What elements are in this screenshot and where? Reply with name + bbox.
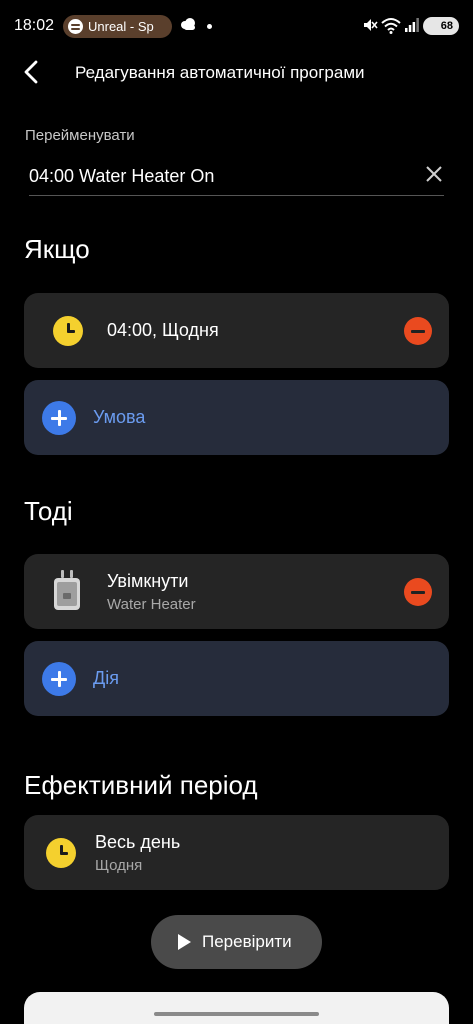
play-icon xyxy=(178,934,191,950)
plus-circle-icon xyxy=(42,662,76,696)
add-condition-label: Умова xyxy=(93,407,146,427)
action-card[interactable]: Увімкнути Water Heater xyxy=(24,554,449,629)
signal-icon xyxy=(405,18,419,32)
add-condition-button[interactable]: Умова xyxy=(24,380,449,455)
battery-indicator: 68 xyxy=(423,17,459,35)
effective-period-title: Ефективний період xyxy=(24,770,258,800)
app-header: Редагування автоматичної програми xyxy=(0,54,473,94)
then-section-title: Тоді xyxy=(24,496,73,526)
wifi-icon xyxy=(381,18,401,34)
status-time: 18:02 xyxy=(14,17,55,34)
remove-action-button[interactable] xyxy=(404,578,432,606)
plus-circle-icon xyxy=(42,401,76,435)
effective-period-value: Весь день xyxy=(95,832,181,852)
condition-text: 04:00, Щодня xyxy=(107,320,219,340)
clock-icon xyxy=(53,316,83,346)
add-action-button[interactable]: Дія xyxy=(24,641,449,716)
mute-icon xyxy=(364,19,378,31)
smart-plug-icon xyxy=(54,570,80,610)
test-button-label: Перевірити xyxy=(202,932,292,951)
media-playing-label: Unreal - Sp xyxy=(88,19,154,34)
home-indicator[interactable] xyxy=(154,1012,319,1016)
rename-input-value[interactable]: 04:00 Water Heater On xyxy=(29,166,214,187)
test-button[interactable]: Перевірити xyxy=(151,915,322,969)
add-action-label: Дія xyxy=(93,668,119,688)
rename-input[interactable]: 04:00 Water Heater On xyxy=(29,155,444,196)
bottom-sheet xyxy=(24,992,449,1024)
battery-level: 68 xyxy=(440,20,453,32)
action-device: Water Heater xyxy=(107,596,196,613)
remove-condition-button[interactable] xyxy=(404,317,432,345)
page-title: Редагування автоматичної програми xyxy=(75,63,365,82)
clock-icon xyxy=(46,838,76,868)
condition-card[interactable]: 04:00, Щодня xyxy=(24,293,449,368)
close-icon[interactable] xyxy=(424,164,444,184)
if-section-title: Якщо xyxy=(24,234,90,264)
rename-label: Перейменувати xyxy=(25,127,135,144)
action-title: Увімкнути xyxy=(107,571,189,591)
weather-icon xyxy=(181,18,195,30)
effective-period-card[interactable]: Весь день Щодня xyxy=(24,815,449,890)
chevron-left-icon[interactable] xyxy=(16,56,48,88)
spotify-icon xyxy=(68,19,83,34)
effective-period-sub: Щодня xyxy=(95,857,143,874)
status-bar: 18:02 Unreal - Sp 68 xyxy=(0,0,473,54)
notification-dot-icon xyxy=(207,24,212,29)
media-playing-chip[interactable]: Unreal - Sp xyxy=(63,15,172,38)
